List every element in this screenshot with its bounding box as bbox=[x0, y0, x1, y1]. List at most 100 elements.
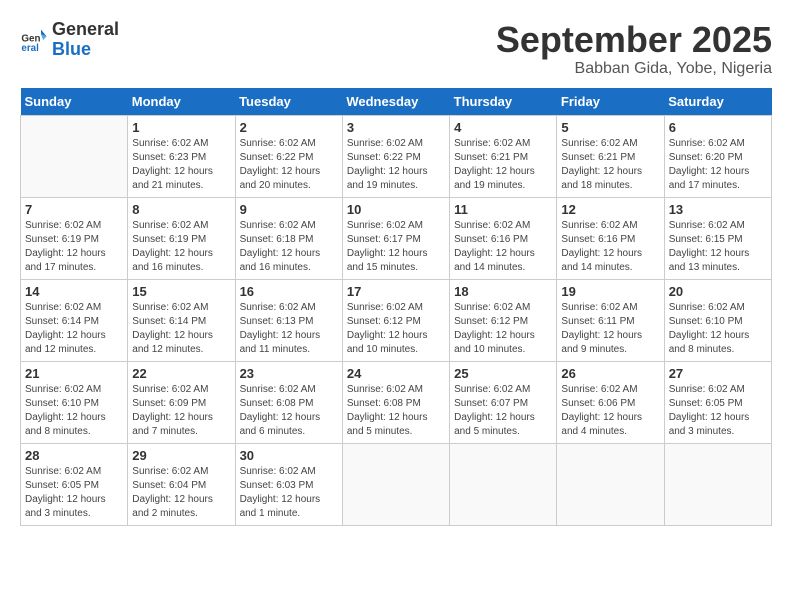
logo-text: General Blue bbox=[52, 20, 119, 60]
day-number: 14 bbox=[25, 284, 123, 299]
header-cell-wednesday: Wednesday bbox=[342, 88, 449, 116]
day-cell: 7Sunrise: 6:02 AM Sunset: 6:19 PM Daylig… bbox=[21, 197, 128, 279]
day-info: Sunrise: 6:02 AM Sunset: 6:21 PM Dayligh… bbox=[454, 137, 552, 193]
day-cell bbox=[342, 443, 449, 525]
day-number: 2 bbox=[240, 120, 338, 135]
day-info: Sunrise: 6:02 AM Sunset: 6:12 PM Dayligh… bbox=[454, 301, 552, 357]
day-number: 6 bbox=[669, 120, 767, 135]
day-info: Sunrise: 6:02 AM Sunset: 6:08 PM Dayligh… bbox=[240, 383, 338, 439]
day-info: Sunrise: 6:02 AM Sunset: 6:14 PM Dayligh… bbox=[25, 301, 123, 357]
day-info: Sunrise: 6:02 AM Sunset: 6:17 PM Dayligh… bbox=[347, 219, 445, 275]
day-number: 13 bbox=[669, 202, 767, 217]
day-number: 27 bbox=[669, 366, 767, 381]
day-cell: 13 Sunrise: 6:02 AM Sunset: 6:15 PM Dayli… bbox=[664, 197, 771, 279]
day-cell: 14 Sunrise: 6:02 AM Sunset: 6:14 PM Dayli… bbox=[21, 279, 128, 361]
title-block: September 2025 Babban Gida, Yobe, Nigeri… bbox=[496, 20, 772, 78]
header-row: SundayMondayTuesdayWednesdayThursdayFrid… bbox=[21, 88, 772, 116]
day-cell: 27Sunrise: 6:02 AM Sunset: 6:05 PM Dayli… bbox=[664, 361, 771, 443]
day-number: 26 bbox=[561, 366, 659, 381]
day-cell: 12 Sunrise: 6:02 AM Sunset: 6:16 PM Dayli… bbox=[557, 197, 664, 279]
day-number: 3 bbox=[347, 120, 445, 135]
day-info: Sunrise: 6:02 AM Sunset: 6:14 PM Dayligh… bbox=[132, 301, 230, 357]
day-cell: 24Sunrise: 6:02 AM Sunset: 6:08 PM Dayli… bbox=[342, 361, 449, 443]
day-cell: 26Sunrise: 6:02 AM Sunset: 6:06 PM Dayli… bbox=[557, 361, 664, 443]
day-number: 1 bbox=[132, 120, 230, 135]
week-row-5: 28 Sunrise: 6:02 AM Sunset: 6:05 PM Dayli… bbox=[21, 443, 772, 525]
week-row-3: 14 Sunrise: 6:02 AM Sunset: 6:14 PM Dayli… bbox=[21, 279, 772, 361]
day-cell bbox=[450, 443, 557, 525]
day-info: Sunrise: 6:02 AM Sunset: 6:04 PM Dayligh… bbox=[132, 465, 230, 521]
page-header: Gen eral General Blue September 2025 Bab… bbox=[20, 20, 772, 78]
day-info: Sunrise: 6:02 AM Sunset: 6:21 PM Dayligh… bbox=[561, 137, 659, 193]
week-row-2: 7Sunrise: 6:02 AM Sunset: 6:19 PM Daylig… bbox=[21, 197, 772, 279]
day-number: 5 bbox=[561, 120, 659, 135]
calendar-body: 1 Sunrise: 6:02 AM Sunset: 6:23 PM Daylig… bbox=[21, 115, 772, 525]
day-number: 15 bbox=[132, 284, 230, 299]
day-number: 12 bbox=[561, 202, 659, 217]
day-cell: 20Sunrise: 6:02 AM Sunset: 6:10 PM Dayli… bbox=[664, 279, 771, 361]
day-info: Sunrise: 6:02 AM Sunset: 6:18 PM Dayligh… bbox=[240, 219, 338, 275]
day-cell: 9Sunrise: 6:02 AM Sunset: 6:18 PM Daylig… bbox=[235, 197, 342, 279]
day-cell: 28 Sunrise: 6:02 AM Sunset: 6:05 PM Dayli… bbox=[21, 443, 128, 525]
day-number: 8 bbox=[132, 202, 230, 217]
day-number: 23 bbox=[240, 366, 338, 381]
day-number: 11 bbox=[454, 202, 552, 217]
day-info: Sunrise: 6:02 AM Sunset: 6:19 PM Dayligh… bbox=[132, 219, 230, 275]
day-cell: 22 Sunrise: 6:02 AM Sunset: 6:09 PM Dayli… bbox=[128, 361, 235, 443]
day-number: 30 bbox=[240, 448, 338, 463]
day-cell: 5 Sunrise: 6:02 AM Sunset: 6:21 PM Daylig… bbox=[557, 115, 664, 197]
header-cell-friday: Friday bbox=[557, 88, 664, 116]
calendar-header: SundayMondayTuesdayWednesdayThursdayFrid… bbox=[21, 88, 772, 116]
logo: Gen eral General Blue bbox=[20, 20, 119, 60]
svg-text:eral: eral bbox=[21, 43, 39, 54]
day-number: 4 bbox=[454, 120, 552, 135]
day-cell: 29 Sunrise: 6:02 AM Sunset: 6:04 PM Dayli… bbox=[128, 443, 235, 525]
logo-icon: Gen eral bbox=[20, 26, 48, 54]
day-info: Sunrise: 6:02 AM Sunset: 6:15 PM Dayligh… bbox=[669, 219, 767, 275]
day-info: Sunrise: 6:02 AM Sunset: 6:20 PM Dayligh… bbox=[669, 137, 767, 193]
day-number: 29 bbox=[132, 448, 230, 463]
day-number: 17 bbox=[347, 284, 445, 299]
month-title: September 2025 bbox=[496, 20, 772, 60]
day-cell: 21Sunrise: 6:02 AM Sunset: 6:10 PM Dayli… bbox=[21, 361, 128, 443]
day-cell: 1 Sunrise: 6:02 AM Sunset: 6:23 PM Daylig… bbox=[128, 115, 235, 197]
day-cell: 11Sunrise: 6:02 AM Sunset: 6:16 PM Dayli… bbox=[450, 197, 557, 279]
day-number: 22 bbox=[132, 366, 230, 381]
day-cell: 25 Sunrise: 6:02 AM Sunset: 6:07 PM Dayli… bbox=[450, 361, 557, 443]
day-info: Sunrise: 6:02 AM Sunset: 6:03 PM Dayligh… bbox=[240, 465, 338, 521]
day-number: 18 bbox=[454, 284, 552, 299]
day-info: Sunrise: 6:02 AM Sunset: 6:10 PM Dayligh… bbox=[669, 301, 767, 357]
calendar-table: SundayMondayTuesdayWednesdayThursdayFrid… bbox=[20, 88, 772, 526]
header-cell-saturday: Saturday bbox=[664, 88, 771, 116]
day-info: Sunrise: 6:02 AM Sunset: 6:07 PM Dayligh… bbox=[454, 383, 552, 439]
header-cell-sunday: Sunday bbox=[21, 88, 128, 116]
header-cell-monday: Monday bbox=[128, 88, 235, 116]
day-info: Sunrise: 6:02 AM Sunset: 6:22 PM Dayligh… bbox=[347, 137, 445, 193]
day-info: Sunrise: 6:02 AM Sunset: 6:10 PM Dayligh… bbox=[25, 383, 123, 439]
day-cell: 4 Sunrise: 6:02 AM Sunset: 6:21 PM Daylig… bbox=[450, 115, 557, 197]
week-row-1: 1 Sunrise: 6:02 AM Sunset: 6:23 PM Daylig… bbox=[21, 115, 772, 197]
day-cell: 19Sunrise: 6:02 AM Sunset: 6:11 PM Dayli… bbox=[557, 279, 664, 361]
day-number: 28 bbox=[25, 448, 123, 463]
day-info: Sunrise: 6:02 AM Sunset: 6:05 PM Dayligh… bbox=[25, 465, 123, 521]
day-cell: 2Sunrise: 6:02 AM Sunset: 6:22 PM Daylig… bbox=[235, 115, 342, 197]
day-cell bbox=[664, 443, 771, 525]
location-subtitle: Babban Gida, Yobe, Nigeria bbox=[496, 60, 772, 78]
day-info: Sunrise: 6:02 AM Sunset: 6:23 PM Dayligh… bbox=[132, 137, 230, 193]
day-number: 16 bbox=[240, 284, 338, 299]
day-info: Sunrise: 6:02 AM Sunset: 6:19 PM Dayligh… bbox=[25, 219, 123, 275]
day-info: Sunrise: 6:02 AM Sunset: 6:09 PM Dayligh… bbox=[132, 383, 230, 439]
day-number: 10 bbox=[347, 202, 445, 217]
day-cell: 3 Sunrise: 6:02 AM Sunset: 6:22 PM Daylig… bbox=[342, 115, 449, 197]
day-cell bbox=[557, 443, 664, 525]
day-cell: 10 Sunrise: 6:02 AM Sunset: 6:17 PM Dayli… bbox=[342, 197, 449, 279]
week-row-4: 21Sunrise: 6:02 AM Sunset: 6:10 PM Dayli… bbox=[21, 361, 772, 443]
day-cell bbox=[21, 115, 128, 197]
day-cell: 30 Sunrise: 6:02 AM Sunset: 6:03 PM Dayli… bbox=[235, 443, 342, 525]
day-cell: 6 Sunrise: 6:02 AM Sunset: 6:20 PM Daylig… bbox=[664, 115, 771, 197]
header-cell-thursday: Thursday bbox=[450, 88, 557, 116]
day-info: Sunrise: 6:02 AM Sunset: 6:16 PM Dayligh… bbox=[561, 219, 659, 275]
day-number: 19 bbox=[561, 284, 659, 299]
day-number: 25 bbox=[454, 366, 552, 381]
day-info: Sunrise: 6:02 AM Sunset: 6:13 PM Dayligh… bbox=[240, 301, 338, 357]
